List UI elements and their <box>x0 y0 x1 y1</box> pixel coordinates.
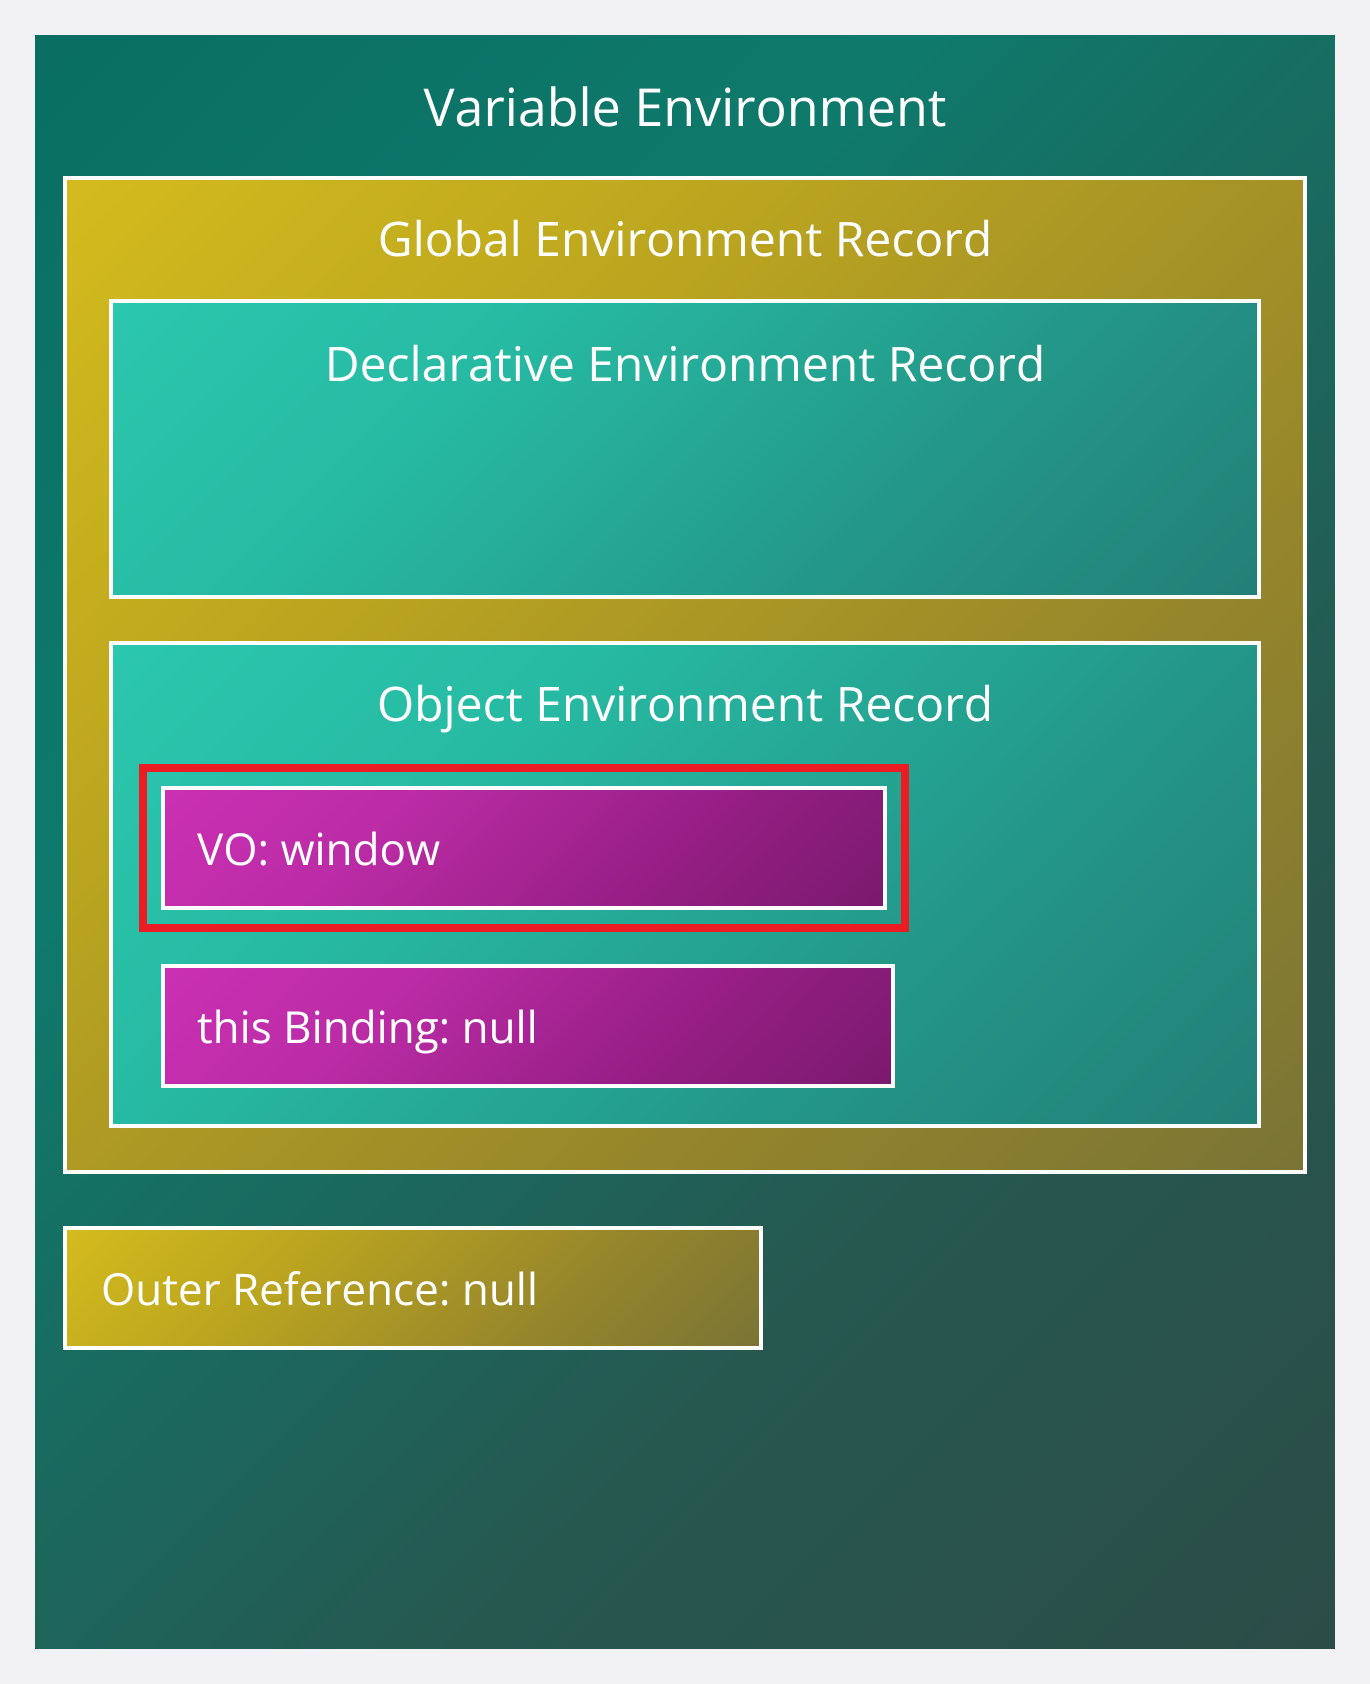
object-environment-record-title: Object Environment Record <box>139 671 1231 736</box>
object-environment-record: Object Environment Record VO: window thi… <box>109 641 1261 1128</box>
outer-reference-box: Outer Reference: null <box>63 1226 763 1350</box>
variable-environment-container: Variable Environment Global Environment … <box>35 35 1335 1649</box>
declarative-environment-record: Declarative Environment Record <box>109 299 1261 599</box>
variable-environment-title: Variable Environment <box>63 71 1307 142</box>
declarative-environment-record-title: Declarative Environment Record <box>137 331 1233 396</box>
vo-window-box: VO: window <box>161 786 887 910</box>
vo-highlight-box: VO: window <box>139 764 909 932</box>
global-environment-record: Global Environment Record Declarative En… <box>63 176 1307 1174</box>
global-environment-record-title: Global Environment Record <box>109 206 1261 271</box>
this-binding-box: this Binding: null <box>161 964 895 1088</box>
